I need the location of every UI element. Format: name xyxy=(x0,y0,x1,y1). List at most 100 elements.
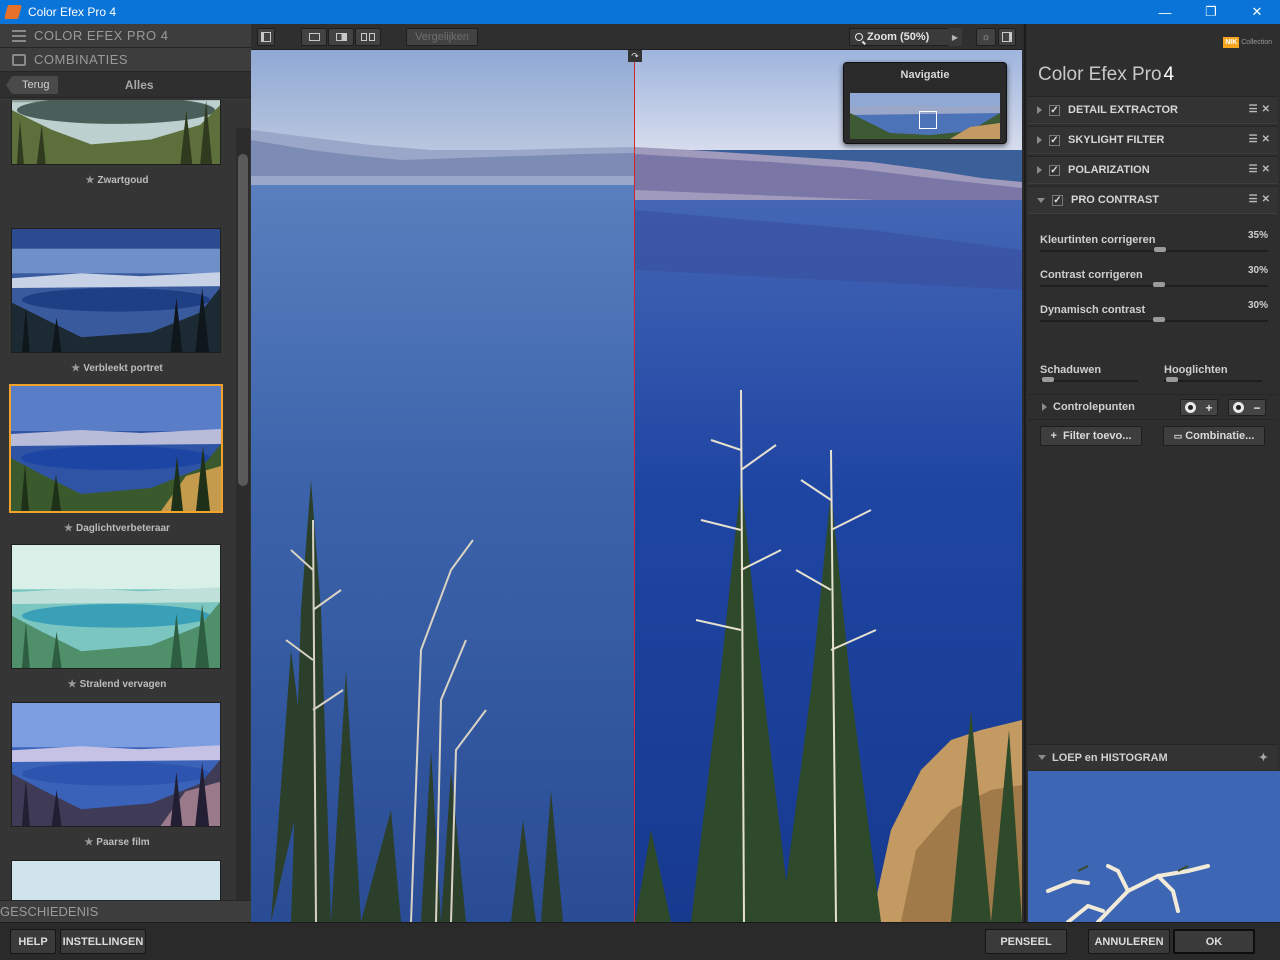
preset-caption: ★ Verbleekt portret xyxy=(71,363,163,374)
star-icon: ★ xyxy=(67,679,77,690)
control-points-label: Controlepunten xyxy=(1053,401,1135,413)
filter-pro-contrast[interactable]: ✓ PRO CONTRAST ☰ ✕ xyxy=(1028,186,1278,214)
combination-button[interactable]: ▭ Combinatie... xyxy=(1163,426,1265,446)
preset-caption: ★ Daglichtverbeteraar xyxy=(64,523,170,534)
panel-header-label: COLOR EFEX PRO 4 xyxy=(34,28,169,43)
navigator-panel[interactable]: Navigatie xyxy=(843,62,1007,144)
presets-panel: COLOR EFEX PRO 4 COMBINATIES Terug Alles… xyxy=(0,24,251,922)
filter-menu-icon[interactable]: ☰ xyxy=(1249,164,1258,175)
loupe-view[interactable] xyxy=(1028,771,1280,922)
pin-icon[interactable]: ✦ xyxy=(1259,751,1268,764)
slider-color-cast[interactable]: Kleurtinten corrigeren 35% xyxy=(1040,230,1268,252)
preview-image xyxy=(251,50,1022,922)
cancel-button[interactable]: ANNULEREN xyxy=(1088,929,1170,954)
lightbulb-icon: ☼ xyxy=(981,31,991,43)
single-view-button[interactable] xyxy=(301,28,327,46)
preset-thumbnail xyxy=(11,702,221,827)
filter-polarization[interactable]: ✓ POLARIZATION ☰ ✕ xyxy=(1028,156,1278,184)
preset-item-selected[interactable]: ★ Daglichtverbeteraar xyxy=(9,384,223,534)
expand-arrow-icon[interactable] xyxy=(1037,136,1042,144)
zoom-dropdown[interactable]: Zoom (50%) xyxy=(849,28,949,46)
remove-filter-icon[interactable]: ✕ xyxy=(1262,104,1270,115)
preset-scrollbar[interactable] xyxy=(236,128,250,920)
slider-knob[interactable] xyxy=(1154,247,1166,252)
side-by-side-button[interactable] xyxy=(355,28,381,46)
slider-dynamic-contrast[interactable]: Dynamisch contrast 30% xyxy=(1040,300,1268,322)
minus-icon: − xyxy=(1253,400,1261,415)
preset-item[interactable]: ★ Zwartgoud xyxy=(11,100,223,186)
expand-arrow-icon[interactable] xyxy=(1037,166,1042,174)
expand-arrow-icon[interactable] xyxy=(1037,106,1042,114)
loupe-label: LOEP en HISTOGRAM xyxy=(1052,751,1168,764)
nik-logo: NIK Collection xyxy=(1223,37,1272,48)
settings-button[interactable]: INSTELLINGEN xyxy=(60,929,146,954)
split-view-button[interactable] xyxy=(328,28,354,46)
help-button[interactable]: HELP xyxy=(10,929,56,954)
filter-checkbox[interactable]: ✓ xyxy=(1049,104,1060,116)
side-by-side-icon xyxy=(361,33,375,41)
remove-filter-icon[interactable]: ✕ xyxy=(1262,194,1270,205)
menu-icon xyxy=(12,29,26,42)
slider-knob[interactable] xyxy=(1153,282,1165,287)
plus-icon: + xyxy=(1050,430,1057,442)
combinations-icon xyxy=(12,53,26,66)
background-button[interactable]: ☼ xyxy=(976,28,996,46)
restore-button[interactable]: ❐ xyxy=(1188,0,1234,24)
preset-item[interactable]: ★ Stralend vervagen xyxy=(11,544,223,690)
compare-button[interactable]: Vergelijken xyxy=(406,28,478,46)
slider-highlights[interactable]: Hooglichten xyxy=(1164,360,1262,382)
filter-checkbox[interactable]: ✓ xyxy=(1052,194,1063,206)
hide-right-panel-button[interactable] xyxy=(998,28,1016,46)
filter-checkbox[interactable]: ✓ xyxy=(1049,164,1060,176)
split-handle[interactable]: ↷ xyxy=(628,50,642,62)
preview-toolbar: Vergelijken Zoom (50%) ▶ ☼ xyxy=(251,24,1022,50)
bottom-bar: HELP INSTELLINGEN PENSEEL ANNULEREN OK xyxy=(0,922,1280,960)
remove-filter-icon[interactable]: ✕ xyxy=(1262,134,1270,145)
preset-thumbnail xyxy=(11,544,221,669)
preset-item[interactable]: ★ Paarse film xyxy=(11,702,223,848)
brush-button[interactable]: PENSEEL xyxy=(985,929,1067,954)
panel-header[interactable]: COLOR EFEX PRO 4 xyxy=(0,24,251,48)
hide-panel-button[interactable] xyxy=(257,28,275,46)
remove-control-point-button[interactable]: − xyxy=(1228,399,1266,416)
minimize-button[interactable]: — xyxy=(1142,0,1188,24)
preset-caption: ★ Zwartgoud xyxy=(85,175,149,186)
slider-knob[interactable] xyxy=(1042,377,1054,382)
add-filter-button[interactable]: + Filter toevo... xyxy=(1040,426,1142,446)
navigator-viewport[interactable] xyxy=(919,111,937,129)
preset-thumbnail xyxy=(9,384,223,513)
navigator-title: Navigatie xyxy=(900,69,950,81)
collapse-arrow-icon[interactable] xyxy=(1037,197,1045,203)
split-divider[interactable] xyxy=(634,50,635,922)
filter-skylight[interactable]: ✓ SKYLIGHT FILTER ☰ ✕ xyxy=(1028,126,1278,154)
slider-knob[interactable] xyxy=(1153,317,1165,322)
zoom-arrow-button[interactable]: ▶ xyxy=(948,28,962,46)
zoom-label: Zoom (50%) xyxy=(867,31,930,43)
scrollbar-thumb[interactable] xyxy=(238,154,248,486)
image-preview[interactable]: ↷ Navigatie xyxy=(251,50,1022,922)
filter-menu-icon[interactable]: ☰ xyxy=(1249,104,1258,115)
category-label[interactable]: Alles xyxy=(58,78,221,92)
filter-menu-icon[interactable]: ☰ xyxy=(1249,194,1258,205)
filter-menu-icon[interactable]: ☰ xyxy=(1249,134,1258,145)
preset-item[interactable]: ★ Verbleekt portret xyxy=(11,228,223,374)
combinations-header[interactable]: COMBINATIES xyxy=(0,48,251,72)
history-header[interactable]: GESCHIEDENIS xyxy=(0,900,251,922)
chevron-right-icon: ▶ xyxy=(951,32,959,42)
control-points-row[interactable]: Controlepunten + − xyxy=(1028,394,1278,420)
product-title: Color Efex Pro 4 xyxy=(1038,64,1175,85)
preset-list[interactable]: ★ Zwartgoud ★ Verbleekt portret ★ Daglic… xyxy=(0,100,236,920)
expand-arrow-icon[interactable] xyxy=(1042,403,1047,411)
slider-knob[interactable] xyxy=(1166,377,1178,382)
close-button[interactable]: ✕ xyxy=(1234,0,1280,24)
slider-shadows[interactable]: Schaduwen xyxy=(1040,360,1138,382)
slider-contrast-color[interactable]: Contrast corrigeren 30% xyxy=(1040,265,1268,287)
loupe-header[interactable]: LOEP en HISTOGRAM ✦ xyxy=(1028,744,1278,770)
back-button[interactable]: Terug xyxy=(6,75,58,94)
filter-checkbox[interactable]: ✓ xyxy=(1049,134,1060,146)
filter-detail-extractor[interactable]: ✓ DETAIL EXTRACTOR ☰ ✕ xyxy=(1028,96,1278,124)
remove-filter-icon[interactable]: ✕ xyxy=(1262,164,1270,175)
add-control-point-button[interactable]: + xyxy=(1180,399,1218,416)
collapse-arrow-icon[interactable] xyxy=(1038,755,1046,760)
ok-button[interactable]: OK xyxy=(1173,929,1255,954)
